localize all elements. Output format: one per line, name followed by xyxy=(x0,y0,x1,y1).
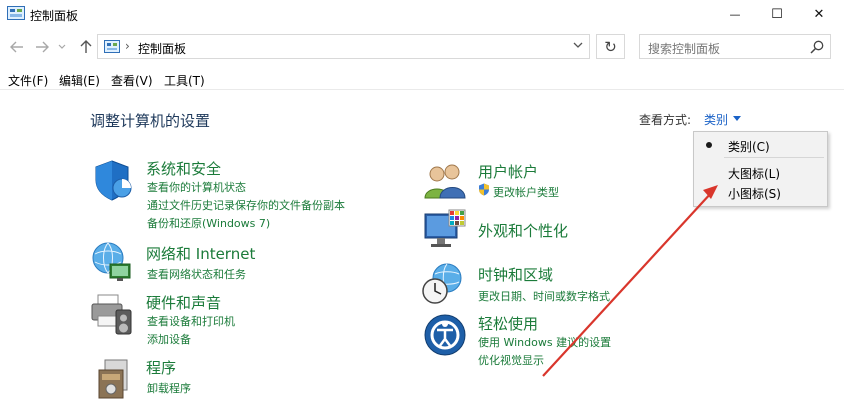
view-by-label: 查看方式: xyxy=(639,113,692,127)
link-optimize-visual-display[interactable]: 优化视觉显示 xyxy=(478,352,544,368)
link-file-history[interactable]: 通过文件历史记录保存你的文件备份副本 xyxy=(147,197,345,213)
back-button[interactable] xyxy=(7,36,27,58)
shield-icon[interactable] xyxy=(92,158,136,202)
uac-shield-icon xyxy=(479,183,489,196)
link-view-computer-status[interactable]: 查看你的计算机状态 xyxy=(147,179,246,195)
view-by-menu: 类别(C) 大图标(L) 小图标(S) xyxy=(693,131,828,207)
ease-of-access-icon[interactable] xyxy=(423,313,467,357)
view-by-dropdown[interactable]: 类别 xyxy=(704,111,728,128)
category-clock-region-title[interactable]: 时钟和区域 xyxy=(478,264,553,285)
refresh-icon: ↻ xyxy=(604,37,617,56)
refresh-button[interactable]: ↻ xyxy=(596,34,625,59)
menu-item-large-icons[interactable]: 大图标(L) xyxy=(694,161,827,183)
link-add-device[interactable]: 添加设备 xyxy=(147,331,191,347)
printer-speaker-icon[interactable] xyxy=(90,292,134,336)
maximize-icon: ☐ xyxy=(771,6,783,22)
link-windows-recommended-settings[interactable]: 使用 Windows 建议的设置 xyxy=(478,334,611,350)
link-backup-restore[interactable]: 备份和还原(Windows 7) xyxy=(147,215,270,231)
menu-edit[interactable]: 编辑(E) xyxy=(59,72,100,89)
search-icon[interactable] xyxy=(810,40,824,54)
menu-file[interactable]: 文件(F) xyxy=(8,72,48,89)
category-hardware-title[interactable]: 硬件和声音 xyxy=(146,292,221,313)
control-panel-icon xyxy=(104,40,120,53)
category-programs-title[interactable]: 程序 xyxy=(146,357,176,378)
monitor-color-icon[interactable] xyxy=(423,208,467,252)
close-button[interactable]: ✕ xyxy=(799,0,839,28)
page-title: 调整计算机的设置 xyxy=(90,112,211,130)
address-bar[interactable]: › 控制面板 xyxy=(97,34,590,59)
link-change-account-type[interactable]: 更改帐户类型 xyxy=(493,184,559,200)
menu-view[interactable]: 查看(V) xyxy=(111,72,153,89)
menu-divider xyxy=(724,157,824,158)
up-button[interactable] xyxy=(76,36,96,58)
category-network-title[interactable]: 网络和 Internet xyxy=(146,243,255,264)
users-icon[interactable] xyxy=(423,160,467,204)
control-panel-icon xyxy=(7,6,25,20)
category-appearance-title[interactable]: 外观和个性化 xyxy=(478,220,568,241)
search-input[interactable]: 搜索控制面板 xyxy=(639,34,831,59)
forward-button[interactable] xyxy=(32,36,52,58)
menu-tools[interactable]: 工具(T) xyxy=(164,72,205,89)
annotation-arrow xyxy=(542,185,718,377)
search-placeholder: 搜索控制面板 xyxy=(648,42,721,56)
chevron-down-icon[interactable] xyxy=(573,39,583,52)
menu-item-small-icons[interactable]: 小图标(S) xyxy=(694,181,827,203)
network-globe-icon[interactable] xyxy=(90,240,134,284)
link-devices-printers[interactable]: 查看设备和打印机 xyxy=(147,313,235,329)
minimize-button[interactable]: — xyxy=(715,0,755,28)
link-change-date-time-format[interactable]: 更改日期、时间或数字格式 xyxy=(478,288,610,304)
link-network-status[interactable]: 查看网络状态和任务 xyxy=(147,266,246,282)
programs-icon[interactable] xyxy=(93,356,137,400)
close-icon: ✕ xyxy=(813,6,825,22)
menu-item-category[interactable]: 类别(C) xyxy=(694,134,827,156)
category-system-security-title[interactable]: 系统和安全 xyxy=(146,158,221,179)
category-user-accounts-title[interactable]: 用户帐户 xyxy=(478,161,538,182)
menu-bar: 文件(F) 编辑(E) 查看(V) 工具(T) xyxy=(0,68,844,90)
link-uninstall-program[interactable]: 卸载程序 xyxy=(147,380,191,396)
clock-globe-icon[interactable] xyxy=(421,262,465,306)
breadcrumb-separator: › xyxy=(125,39,130,53)
maximize-button[interactable]: ☐ xyxy=(757,0,797,28)
selected-bullet-icon xyxy=(706,142,712,148)
window-title: 控制面板 xyxy=(30,9,79,23)
back-arrow-icon xyxy=(10,41,23,53)
forward-arrow-icon xyxy=(36,41,49,53)
recent-locations-button[interactable] xyxy=(56,36,68,58)
recent-locations-icon xyxy=(58,44,66,49)
breadcrumb[interactable]: 控制面板 xyxy=(138,40,186,57)
up-arrow-icon xyxy=(80,40,92,53)
view-by-arrow-icon[interactable] xyxy=(733,116,741,121)
title-bar: 控制面板 — ☐ ✕ xyxy=(0,0,844,30)
minimize-icon: — xyxy=(729,7,741,21)
category-ease-of-access-title[interactable]: 轻松使用 xyxy=(478,313,538,334)
